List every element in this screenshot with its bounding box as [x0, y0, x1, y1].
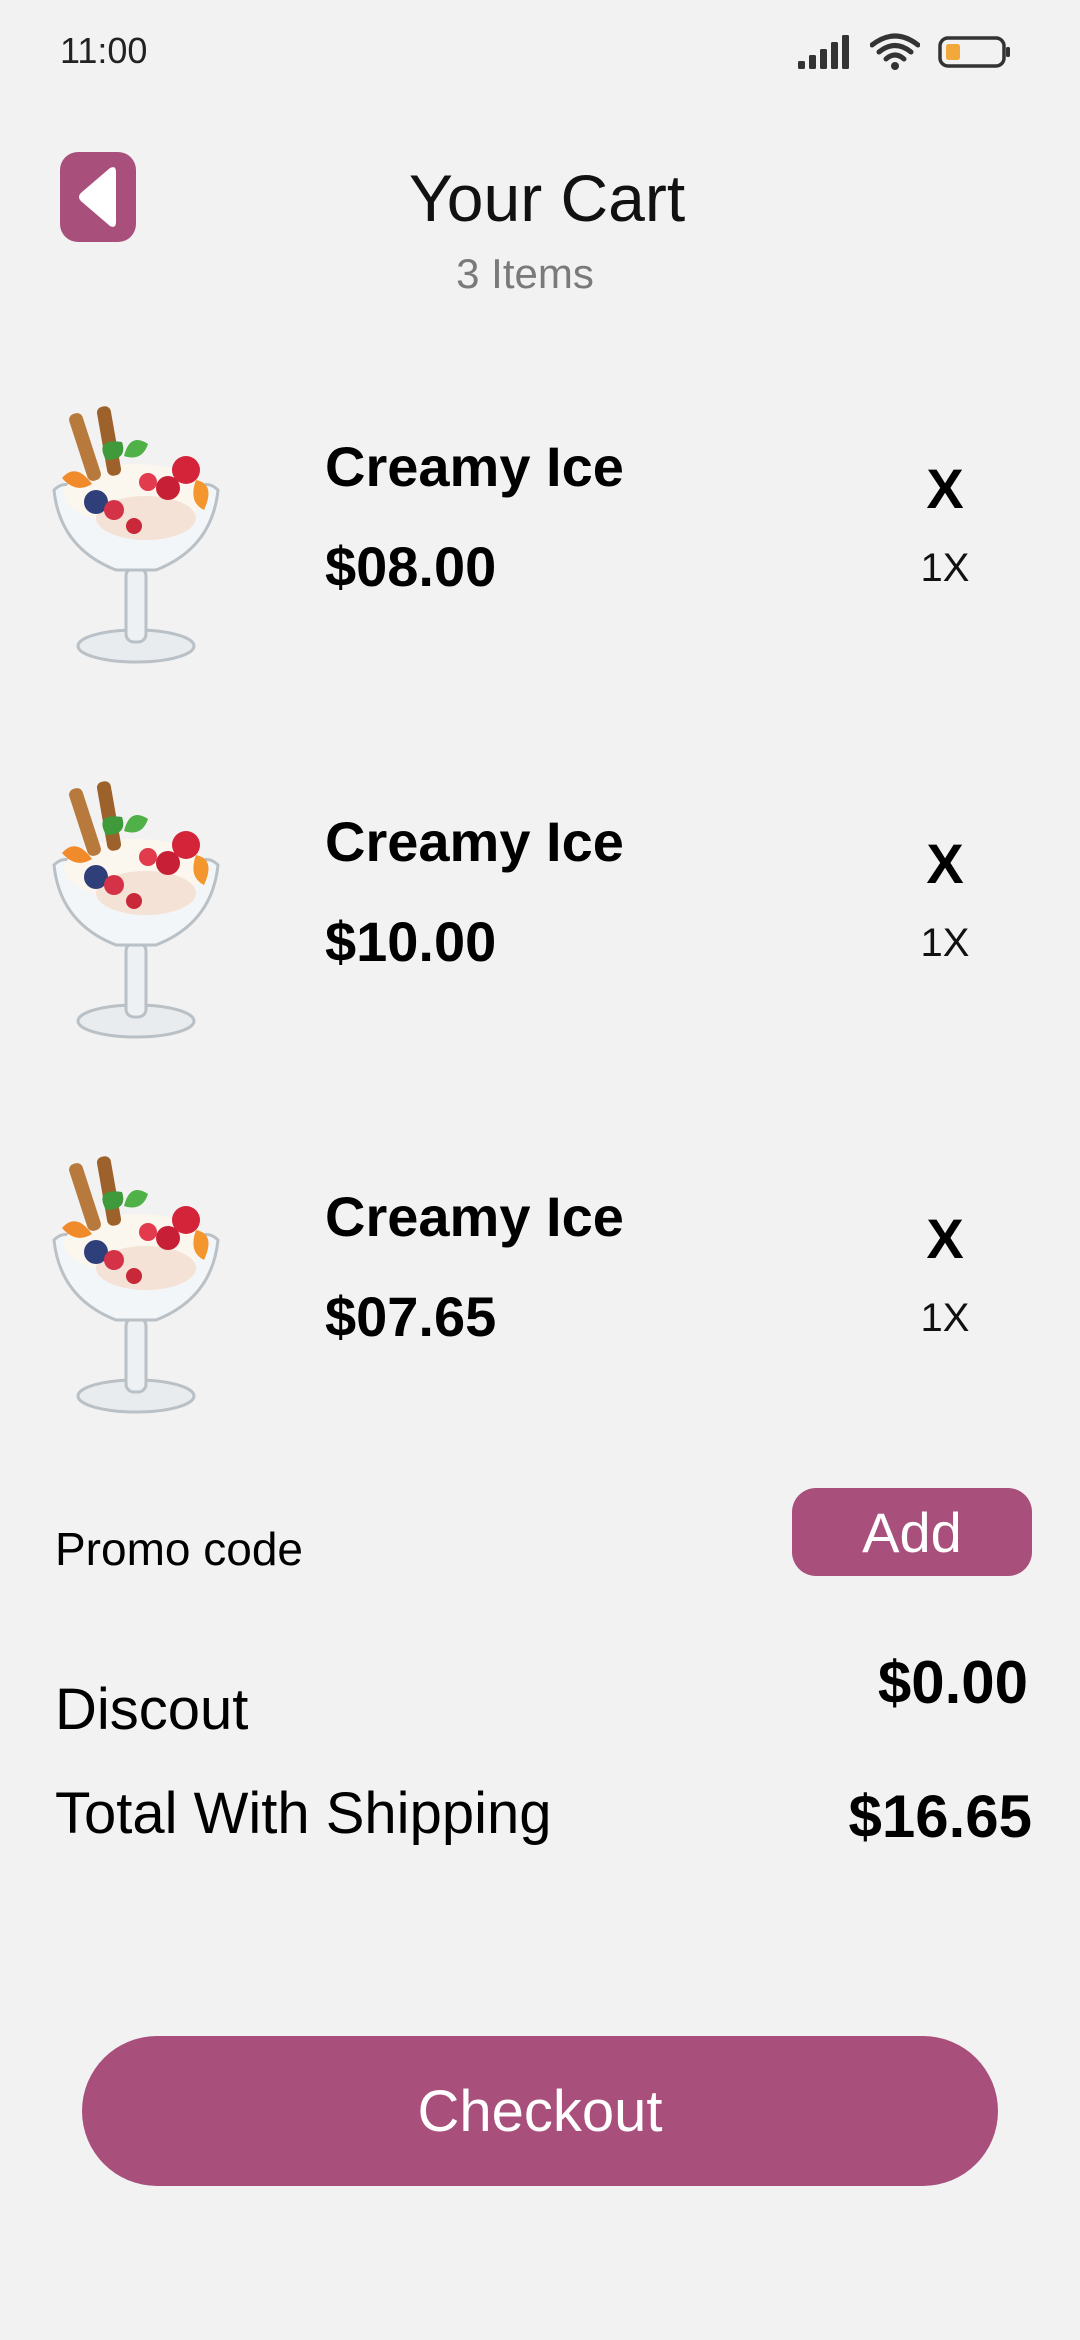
wifi-icon — [870, 33, 920, 70]
status-time: 11:00 — [60, 30, 148, 71]
promo-code-label: Promo code — [55, 1523, 304, 1575]
battery-icon — [938, 36, 1010, 68]
item-price: $07.65 — [325, 1285, 497, 1348]
item-name: Creamy Ice — [325, 435, 624, 498]
item-image — [36, 398, 236, 668]
signal-icon — [798, 35, 849, 69]
cart-item: Creamy Ice $10.00 X 1X — [0, 773, 1080, 1073]
remove-item-button[interactable]: X — [910, 1206, 980, 1271]
cart-screen: 11:00 Your Cart 3 Items Creamy Ice $08.0… — [0, 0, 1080, 2340]
item-quantity: 1X — [920, 1296, 970, 1340]
remove-item-button[interactable]: X — [910, 831, 980, 896]
status-icons — [798, 32, 1012, 72]
promo-add-button[interactable]: Add — [792, 1488, 1032, 1576]
item-price: $08.00 — [325, 535, 497, 598]
discount-label: Discout — [55, 1677, 249, 1742]
discount-value: $0.00 — [877, 1649, 1028, 1716]
page-title: Your Cart — [408, 161, 686, 235]
item-image — [36, 1148, 236, 1418]
item-quantity: 1X — [920, 546, 970, 590]
remove-item-button[interactable]: X — [910, 456, 980, 521]
item-quantity: 1X — [920, 921, 970, 965]
item-name: Creamy Ice — [325, 1185, 624, 1248]
cart-item: Creamy Ice $07.65 X 1X — [0, 1148, 1080, 1448]
item-name: Creamy Ice — [325, 810, 624, 873]
total-value: $16.65 — [848, 1783, 1032, 1850]
cart-item: Creamy Ice $08.00 X 1X — [0, 398, 1080, 698]
item-price: $10.00 — [325, 910, 497, 973]
item-count: 3 Items — [456, 250, 594, 297]
total-label: Total With Shipping — [55, 1781, 552, 1846]
checkout-button[interactable]: Checkout — [82, 2036, 998, 2186]
item-image — [36, 773, 236, 1043]
